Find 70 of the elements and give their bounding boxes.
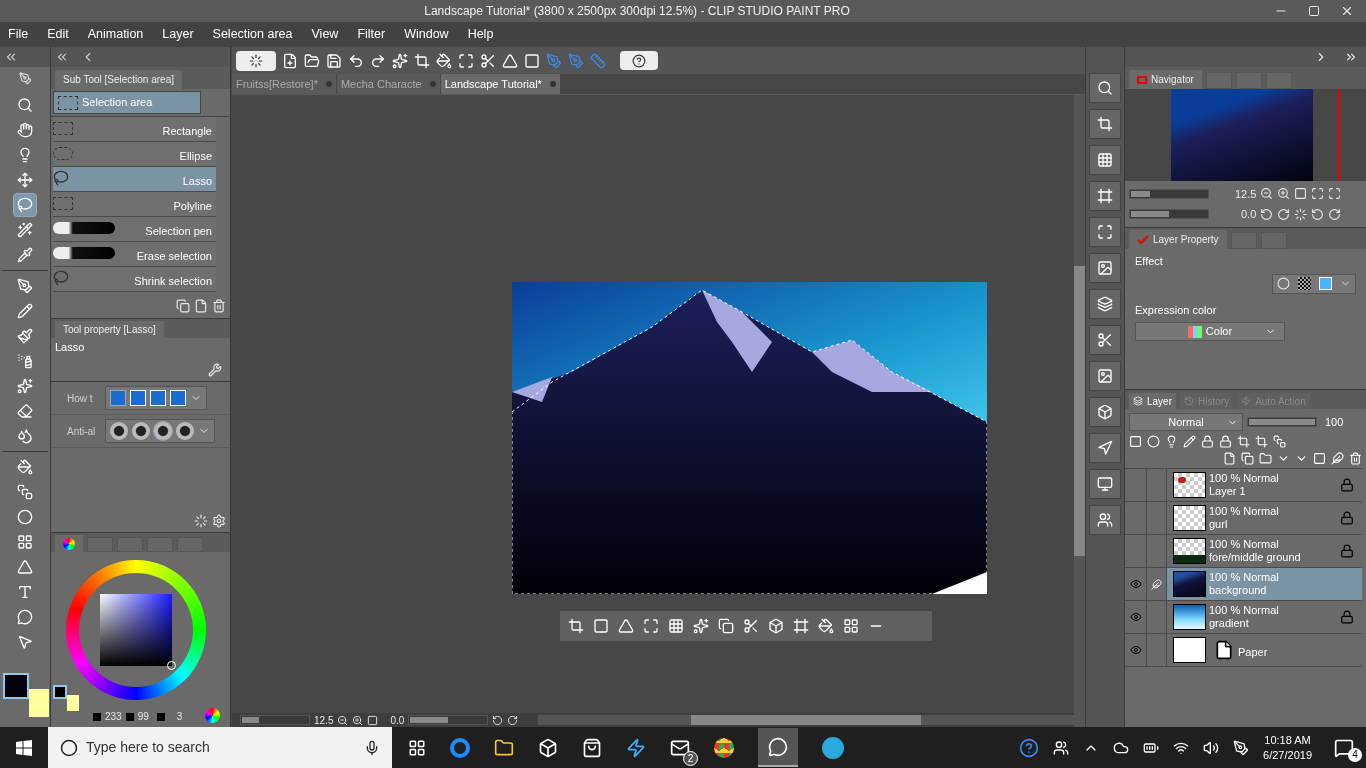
property-label: How t [67,391,94,406]
layer-row[interactable]: 100 % Normal Layer 1 [1125,469,1362,502]
layer-blend-info: 100 % Normal [1209,538,1280,551]
layer-blend-info: 100 % Normal [1209,505,1279,518]
opacity-value: 100 [1325,414,1344,430]
sub-tool-item[interactable]: Rectangle [53,117,216,142]
layer-name: background [1209,584,1268,597]
layer-name: Layer 1 [1209,485,1247,498]
layer-name: gurl [1209,518,1229,531]
notification-badge: 4 [1348,747,1362,762]
panel-tab[interactable]: Sub Tool [Selection area] [55,70,182,89]
layer-row[interactable]: 100 % Normal fore/middle ground [1125,535,1362,568]
menu-item[interactable]: Layer [162,25,194,44]
clock-date: 6/27/2019 [1263,747,1312,763]
rotation-value: 0.0 [1241,207,1257,222]
layer-row[interactable]: 100 % Normal gurl [1125,502,1362,535]
sub-tool-item[interactable]: Selection pen [53,217,216,242]
brightness-value: 3 [176,710,183,724]
layer-blend-info: 100 % Normal [1209,571,1279,584]
menu-item[interactable]: File [8,25,29,44]
hue-value: 233 [105,710,122,724]
sub-tool-item[interactable]: Shrink selection [53,267,216,292]
sub-tool-item[interactable]: Lasso [53,167,216,192]
saturation-value: 99 [137,710,149,724]
mail-badge: 2 [683,750,698,766]
sub-tool-label: Lasso [182,173,212,189]
layer-row[interactable]: 100 % Normal gradient [1125,601,1362,634]
sub-tool-item[interactable]: Ellipse [53,142,216,167]
layer-blend-info: 100 % Normal [1209,604,1279,617]
clock[interactable]: 10:18 AM 6/27/2019 [1263,732,1312,763]
layer-blend-info: 100 % Normal [1209,472,1279,485]
sub-tool-label: Erase selection [136,248,212,264]
sub-tool-item[interactable]: Polyline [53,192,216,217]
sub-tool-label: Ellipse [179,148,212,164]
section-label: Effect [1135,255,1163,267]
sub-tool-label: Polyline [173,198,212,214]
sub-tool-group-button[interactable]: Selection area [53,91,201,114]
zoom-value: 12.5 [314,713,334,728]
zoom-value: 12.5 [1235,186,1257,202]
search-field[interactable]: Type here to search [48,727,392,768]
document-tab[interactable]: Landscape Tutorial* [440,74,560,94]
tool-name: Lasso [55,341,85,353]
layer-row[interactable]: Paper [1125,634,1362,667]
menu-item[interactable]: Selection area [212,25,293,44]
layer-row[interactable]: 100 % Normal background [1125,568,1362,601]
section-label: Expression color [1135,303,1217,316]
menu-item[interactable]: Window [404,25,449,44]
document-tab[interactable]: Fruitss[Restore]* [232,74,336,94]
panel-tab[interactable]: Tool property [Lasso] [55,321,164,338]
window-title: Landscape Tutorial* (3800 x 2500px 300dpi 12.5%) - CLIP STUDIO PAINT PRO [424,4,850,18]
menu-item[interactable]: Animation [87,25,144,44]
sub-tool-label: Rectangle [162,123,212,139]
layer-name: fore/middle ground [1209,551,1301,564]
expression-color-dropdown[interactable]: Color [1135,322,1285,341]
clock-time: 10:18 AM [1264,732,1311,748]
menu-item[interactable]: View [311,25,339,44]
panel-tab[interactable]: Layer [1129,393,1176,409]
layer-name: Paper [1238,644,1268,660]
search-placeholder: Type here to search [86,738,210,757]
menu-item[interactable]: Help [467,25,494,44]
rotation-value: 0.0 [390,713,405,728]
blend-mode-dropdown[interactable]: Normal [1129,413,1243,431]
property-label: Anti-al [67,424,97,439]
sub-tool-label: Selection pen [145,223,212,239]
menu-item[interactable]: Edit [47,25,69,44]
menu-item[interactable]: Filter [357,25,386,44]
sub-tool-label: Shrink selection [134,273,212,289]
layer-name: gradient [1209,617,1250,630]
sub-tool-item[interactable]: Erase selection [53,242,216,267]
document-tab[interactable]: Mecha Characte [336,74,440,94]
